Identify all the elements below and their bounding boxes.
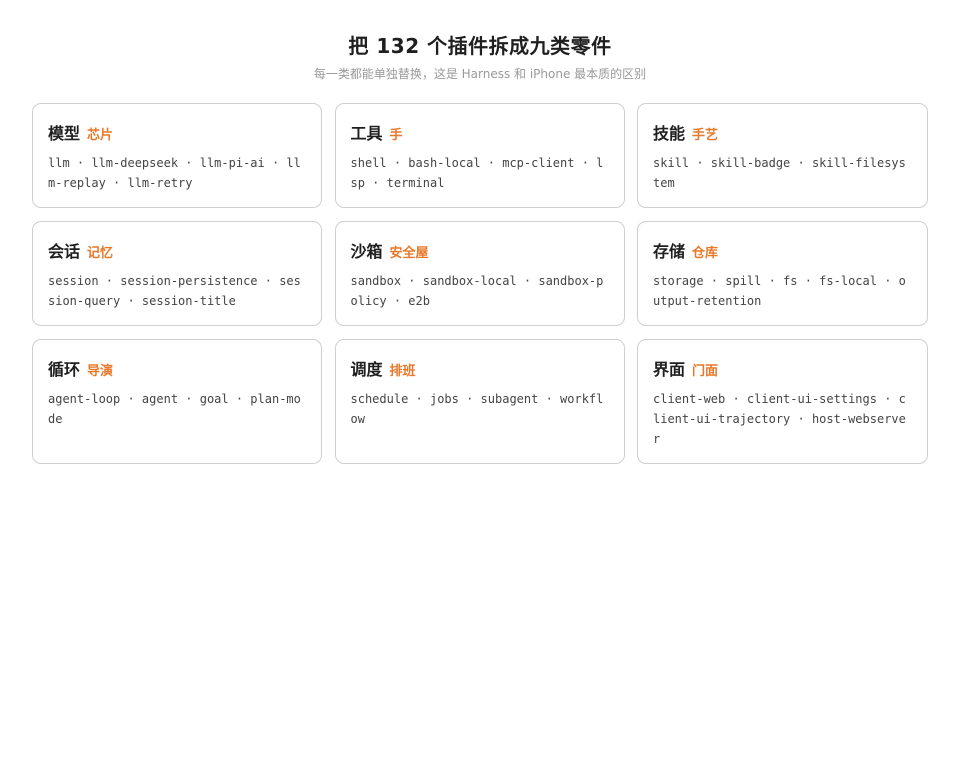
plugin-list: sandbox · sandbox-local · sandbox-policy…: [350, 274, 604, 308]
category-name: 循环: [48, 360, 81, 379]
category-name: 工具: [350, 124, 383, 143]
page-title: 把 132 个插件拆成九类零件: [348, 34, 612, 58]
card-header: 工具 手: [351, 120, 609, 144]
plugin-list: storage · spill · fs · fs-local · output…: [653, 274, 906, 308]
category-card-tools: 工具 手 shell · bash-local · mcp-client · l…: [334, 103, 625, 208]
category-tag: 安全屋: [389, 246, 429, 261]
plugin-list: llm · llm-deepseek · llm-pi-ai · llm-rep…: [48, 156, 301, 190]
plugin-list: shell · bash-local · mcp-client · lsp · …: [350, 156, 604, 190]
category-name: 界面: [653, 360, 686, 379]
page: 把 132 个插件拆成九类零件 每一类都能单独替换，这是 Harness 和 i…: [0, 0, 960, 760]
plugin-list: schedule · jobs · subagent · workflow: [350, 392, 604, 426]
plugin-list: session · session-persistence · session-…: [48, 274, 301, 308]
category-card-storage: 存储 仓库 storage · spill · fs · fs-local · …: [637, 221, 928, 326]
category-card-skills: 技能 手艺 skill · skill-badge · skill-filesy…: [637, 103, 928, 208]
card-header: 存储 仓库: [653, 238, 912, 262]
plugin-list: agent-loop · agent · goal · plan-mode: [48, 392, 301, 426]
card-header: 调度 排班: [351, 356, 609, 380]
card-header: 界面 门面: [653, 356, 912, 380]
card-header: 沙箱 安全屋: [351, 238, 609, 262]
category-tag: 导演: [87, 364, 114, 379]
category-name: 沙箱: [350, 242, 383, 261]
category-card-sandbox: 沙箱 安全屋 sandbox · sandbox-local · sandbox…: [334, 221, 625, 326]
category-tag: 手: [389, 128, 403, 143]
category-name: 调度: [350, 360, 383, 379]
category-tag: 门面: [692, 364, 719, 379]
category-card-interface: 界面 门面 client-web · client-ui-settings · …: [637, 339, 928, 464]
category-tag: 仓库: [692, 246, 719, 261]
category-card-model: 模型 芯片 llm · llm-deepseek · llm-pi-ai · l…: [32, 103, 322, 208]
category-name: 技能: [653, 124, 686, 143]
page-subtitle: 每一类都能单独替换，这是 Harness 和 iPhone 最本质的区别: [313, 67, 647, 81]
card-header: 模型 芯片: [48, 120, 306, 144]
plugin-list: client-web · client-ui-settings · client…: [653, 392, 906, 446]
category-card-loop: 循环 导演 agent-loop · agent · goal · plan-m…: [32, 339, 322, 464]
category-tag: 排班: [389, 364, 416, 379]
plugin-list: skill · skill-badge · skill-filesystem: [653, 156, 906, 190]
category-tag: 芯片: [87, 128, 114, 143]
card-header: 技能 手艺: [653, 120, 912, 144]
category-name: 模型: [48, 124, 81, 143]
category-card-session: 会话 记忆 session · session-persistence · se…: [32, 221, 322, 326]
category-tag: 手艺: [692, 128, 719, 143]
category-card-schedule: 调度 排班 schedule · jobs · subagent · workf…: [334, 339, 625, 464]
category-name: 存储: [653, 242, 686, 261]
card-header: 循环 导演: [48, 356, 306, 380]
card-header: 会话 记忆: [48, 238, 306, 262]
category-grid: 模型 芯片 llm · llm-deepseek · llm-pi-ai · l…: [32, 103, 928, 464]
category-name: 会话: [48, 242, 81, 261]
category-tag: 记忆: [87, 246, 114, 261]
